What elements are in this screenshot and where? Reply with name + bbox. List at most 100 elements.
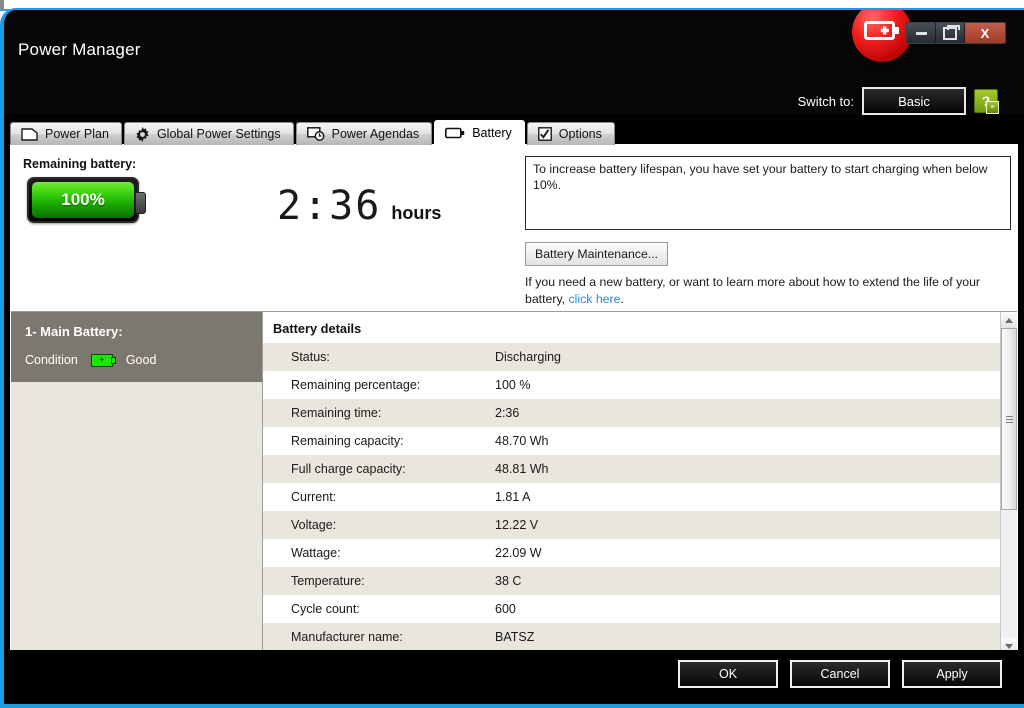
tab-label: Battery: [472, 126, 512, 140]
tab-options[interactable]: Options: [526, 122, 615, 145]
detail-row: Manufacturer name: BATSZ: [263, 623, 1017, 651]
scroll-up-button[interactable]: [1001, 312, 1017, 328]
detail-row: Full charge capacity: 48.81 Wh: [263, 455, 1017, 483]
detail-value: 2:36: [495, 406, 520, 420]
battery-info-box: To increase battery lifespan, you have s…: [525, 156, 1011, 230]
window-title: Power Manager: [18, 40, 141, 59]
battery-list-item-main[interactable]: 1- Main Battery: Condition + Good: [11, 312, 262, 382]
detail-value: 1.81 A: [495, 490, 531, 504]
detail-row: Voltage: 12.22 V: [263, 511, 1017, 539]
scrollbar-grip-icon: [1005, 414, 1013, 425]
help-badge-icon: ≡: [986, 101, 999, 114]
battery-maintenance-button[interactable]: Battery Maintenance...: [525, 242, 669, 266]
help-question-icon[interactable]: ? ≡: [974, 89, 999, 114]
chevron-up-icon: [1005, 317, 1013, 323]
detail-value: 12.22 V: [495, 518, 539, 532]
gear-icon: [135, 126, 150, 142]
battery-good-icon: +: [90, 353, 116, 367]
remaining-time-unit: hours: [391, 203, 442, 223]
tab-global-power-settings[interactable]: Global Power Settings: [123, 122, 294, 145]
detail-key: Manufacturer name:: [291, 630, 403, 644]
desktop-strip-cap: [0, 0, 4, 9]
battery-percent-text: 100%: [61, 190, 105, 209]
battery-condition-row: Condition + Good: [25, 353, 248, 367]
detail-row: Wattage: 22.09 W: [263, 539, 1017, 567]
battery-condition-label: Condition: [25, 353, 78, 367]
battery-icon: [445, 127, 465, 139]
apply-button[interactable]: Apply: [902, 660, 1002, 688]
detail-value: 600: [495, 602, 516, 616]
battery-list-item-name: 1- Main Battery:: [25, 324, 123, 339]
detail-key: Current:: [291, 490, 337, 504]
detail-value: Discharging: [495, 350, 562, 364]
detail-value: 48.70 Wh: [495, 434, 549, 448]
switch-to-basic-button[interactable]: Basic: [862, 87, 966, 115]
tab-strip: Power Plan Global Power Settings Power A…: [10, 120, 617, 145]
remaining-time-readout: 2:36 hours: [277, 183, 441, 229]
battery-lower-section: 1- Main Battery: Condition + Good Batter…: [11, 312, 1017, 654]
tab-label: Power Agendas: [331, 127, 420, 141]
cancel-button[interactable]: Cancel: [790, 660, 890, 688]
scrollbar-thumb[interactable]: [1001, 328, 1017, 510]
detail-row: Cycle count: 600: [263, 595, 1017, 623]
minimize-icon: [915, 31, 927, 35]
battery-list-sidebar: 1- Main Battery: Condition + Good: [11, 312, 263, 654]
minimize-button[interactable]: [907, 23, 936, 43]
battery-details-panel: Battery details Status: Discharging Remain…: [263, 312, 1017, 654]
tab-power-plan[interactable]: Power Plan: [10, 122, 122, 145]
detail-row: Temperature: 38 C: [263, 567, 1017, 595]
detail-value: BATSZ: [495, 630, 535, 644]
detail-value: 100 %: [495, 378, 531, 392]
close-button[interactable]: X: [965, 23, 1005, 43]
ok-button[interactable]: OK: [678, 660, 778, 688]
switch-to-label: Switch to:: [797, 93, 854, 109]
battery-details-title: Battery details: [273, 321, 362, 336]
battery-gauge-terminal-icon: [135, 192, 146, 214]
monitor-clock-icon: [306, 127, 325, 141]
switch-mode-row: Switch to: Basic ? ≡: [797, 87, 999, 115]
battery-gauge-fill: 100%: [32, 182, 134, 218]
tab-label: Power Plan: [45, 127, 109, 141]
restore-icon: [943, 24, 960, 40]
detail-key: Cycle count:: [291, 602, 360, 616]
battery-condition-value: Good: [125, 353, 157, 367]
footnote-tail: .: [620, 291, 624, 306]
click-here-link[interactable]: click here: [569, 292, 621, 306]
detail-key: Status:: [291, 350, 330, 364]
tab-power-agendas[interactable]: Power Agendas: [295, 122, 433, 145]
tab-battery[interactable]: Battery: [434, 120, 525, 145]
remaining-time-value: 2:36: [277, 183, 382, 229]
detail-key: Full charge capacity:: [291, 462, 406, 476]
detail-value: 38 C: [495, 574, 522, 588]
checkbox-icon: [537, 127, 552, 141]
detail-value: 48.81 Wh: [495, 462, 549, 476]
detail-row: Status: Discharging: [263, 343, 1017, 371]
window-controls: X: [906, 22, 1006, 44]
tab-label: Options: [558, 127, 602, 141]
dialog-button-bar: OK Cancel Apply: [10, 650, 1018, 698]
maximize-button[interactable]: [936, 23, 965, 43]
battery-summary-section: Remaining battery: 100% 2:36 hours To in…: [11, 145, 1017, 312]
battery-gauge: 100%: [27, 177, 146, 223]
chevron-down-icon: [1005, 643, 1013, 649]
detail-row: Remaining capacity: 48.70 Wh: [263, 427, 1017, 455]
battery-plus-badge-icon: [852, 10, 912, 62]
battery-details-rows: Status: Discharging Remaining percentage: 1…: [263, 343, 1017, 651]
detail-row: Remaining percentage: 100 %: [263, 371, 1017, 399]
detail-key: Wattage:: [291, 546, 341, 560]
battery-plus-icon: [864, 21, 899, 40]
detail-row: Remaining time: 2:36: [263, 399, 1017, 427]
document-icon: [21, 127, 38, 141]
detail-key: Voltage:: [291, 518, 337, 532]
detail-key: Temperature:: [291, 574, 365, 588]
detail-key: Remaining time:: [291, 406, 382, 420]
details-scrollbar[interactable]: [1000, 312, 1017, 654]
remaining-battery-label: Remaining battery:: [23, 157, 137, 171]
detail-key: Remaining capacity:: [291, 434, 404, 448]
title-bar: Power Manager X Switch to: Basic ?: [4, 10, 1024, 115]
battery-footnote: If you need a new battery, or want to le…: [525, 274, 995, 307]
detail-row: Current: 1.81 A: [263, 483, 1017, 511]
detail-value: 22.09 W: [495, 546, 542, 560]
detail-key: Remaining percentage:: [291, 378, 421, 392]
power-manager-window: Power Manager X Switch to: Basic ?: [0, 8, 1024, 708]
